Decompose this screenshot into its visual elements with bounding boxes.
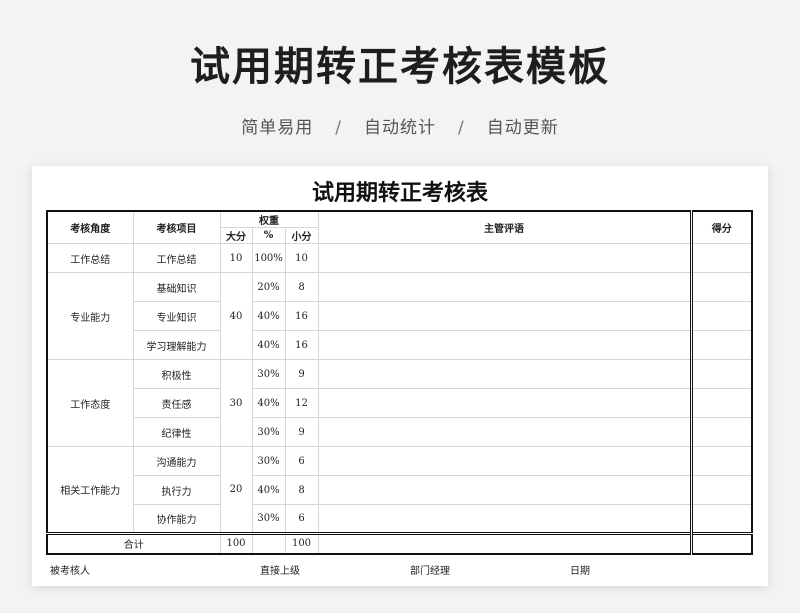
small-score-cell: 8 [284,475,319,505]
signature-footer: 被考核人 直接上级 部门经理 日期 [50,562,750,582]
pct-cell: 40% [251,330,286,360]
small-score-cell: 16 [284,301,319,331]
item-cell: 沟通能力 [132,446,221,476]
angle-cell: 工作总结 [46,243,134,273]
comment-cell[interactable] [317,330,692,360]
score-cell[interactable] [689,359,753,389]
score-cell[interactable] [689,301,753,331]
comment-cell[interactable] [317,417,692,447]
table-row: 协作能力 30% 6 [47,504,753,534]
comment-cell[interactable] [317,446,692,476]
header-weight: 权重 [219,210,319,228]
item-cell: 学习理解能力 [132,330,221,360]
footer-supervisor: 直接上级 [260,566,300,577]
big-score-cell: 40 [219,272,253,360]
score-cell[interactable] [689,330,753,360]
header-small: 小分 [284,227,319,244]
small-score-cell: 16 [284,330,319,360]
comment-cell[interactable] [317,504,692,534]
footer-assessee: 被考核人 [50,566,90,577]
big-score-cell: 20 [219,446,253,534]
score-cell[interactable] [689,446,753,476]
header-comment: 主管评语 [317,210,692,244]
header-big: 大分 [219,227,253,244]
subtitle-item-update: 自动更新 [486,118,559,138]
item-cell: 工作总结 [132,243,221,273]
header-item: 考核项目 [132,210,221,244]
comment-cell[interactable] [317,359,692,389]
header-angle: 考核角度 [46,210,134,244]
item-cell: 专业知识 [132,301,221,331]
item-cell: 责任感 [132,388,221,418]
table-row: 专业知识 40% 16 [47,301,753,331]
spreadsheet-preview: 试用期转正考核表 考核角度 考核项目 权重 主管评语 得分 大分 % 小分 工作… [32,166,768,586]
subtitle-item-stats: 自动统计 [364,118,436,138]
pct-cell: 30% [251,446,286,476]
pct-cell: 100% [251,243,286,273]
item-cell: 积极性 [132,359,221,389]
total-comment [317,532,692,555]
total-pct [251,532,286,555]
total-small: 100 [284,532,319,555]
pct-cell: 40% [251,301,286,331]
comment-cell[interactable] [317,475,692,505]
total-big: 100 [219,532,253,555]
pct-cell: 20% [251,272,286,302]
big-score-cell: 10 [219,243,253,273]
footer-date: 日期 [570,566,590,577]
table-row: 执行力 40% 8 [47,475,753,505]
header-row: 考核角度 考核项目 权重 主管评语 得分 [46,210,753,244]
header-pct: % [251,227,286,244]
subtitle-separator: / [335,118,342,138]
small-score-cell: 9 [284,417,319,447]
item-cell: 执行力 [132,475,221,505]
pct-cell: 40% [251,475,286,505]
score-cell[interactable] [689,417,753,447]
total-label: 合计 [46,532,221,555]
table-row: 专业能力 基础知识 40 20% 8 [46,272,753,360]
small-score-cell: 12 [284,388,319,418]
angle-cell: 专业能力 [46,272,134,360]
page-title: 试用期转正考核表模板 [190,44,610,90]
item-cell: 协作能力 [132,504,221,534]
small-score-cell: 6 [284,504,319,534]
angle-cell: 工作态度 [46,359,134,447]
pct-cell: 30% [251,504,286,534]
table-row: 工作态度 积极性 30 30% 9 [46,359,753,447]
footer-manager: 部门经理 [410,566,450,577]
pct-cell: 30% [251,417,286,447]
big-score-cell: 30 [219,359,253,447]
total-score[interactable] [689,532,753,555]
page-subtitle: 简单易用 / 自动统计 / 自动更新 [0,113,800,138]
small-score-cell: 6 [284,446,319,476]
assessment-table: 考核角度 考核项目 权重 主管评语 得分 大分 % 小分 工作总结 工作总结 10 1… [46,210,753,555]
score-cell[interactable] [689,475,753,505]
table-row: 相关工作能力 沟通能力 20 30% 6 [46,446,753,534]
comment-cell[interactable] [317,243,692,273]
comment-cell[interactable] [317,301,692,331]
subtitle-item-easy: 简单易用 [241,118,314,138]
comment-cell[interactable] [317,388,692,418]
small-score-cell: 9 [284,359,319,389]
comment-cell[interactable] [317,272,692,302]
sheet-title: 试用期转正考核表 [311,180,488,206]
pct-cell: 40% [251,388,286,418]
table-row: 纪律性 30% 9 [47,417,753,447]
table-row: 工作总结 工作总结 10 100% 10 [46,243,753,273]
item-cell: 纪律性 [132,417,221,447]
score-cell[interactable] [689,388,753,418]
pct-cell: 30% [251,359,286,389]
table-row: 责任感 40% 12 [47,388,753,418]
score-cell[interactable] [689,504,753,534]
score-cell[interactable] [689,243,753,273]
subtitle-separator: / [458,118,465,138]
small-score-cell: 10 [284,243,319,273]
angle-cell: 相关工作能力 [46,446,134,534]
table-row: 学习理解能力 40% 16 [47,330,753,360]
small-score-cell: 8 [284,272,319,302]
header-score: 得分 [689,210,753,244]
score-cell[interactable] [689,272,753,302]
total-row: 合计 100 100 [46,532,753,555]
item-cell: 基础知识 [132,272,221,302]
